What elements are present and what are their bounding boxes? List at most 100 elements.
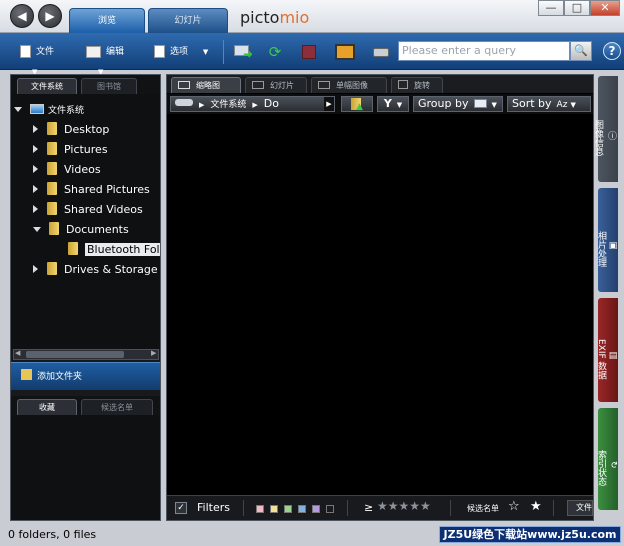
refresh-button[interactable]: ⟳ — [266, 43, 284, 61]
color-filter-pink[interactable] — [256, 505, 264, 513]
horizontal-scrollbar[interactable]: ◀ ▶ — [13, 349, 159, 360]
options-menu-button[interactable]: 选项 ▼ — [154, 42, 210, 62]
rating-stars[interactable]: ★★★★★ — [377, 499, 431, 513]
shortlist-label: 候选名单 — [467, 504, 499, 513]
status-text: 0 folders, 0 files — [8, 528, 97, 541]
expand-icon — [33, 265, 38, 273]
info-icon: ⓘ — [606, 130, 616, 140]
divider — [243, 500, 244, 516]
back-button[interactable]: ◀ — [10, 4, 34, 28]
color-filter-yellow[interactable] — [270, 505, 278, 513]
tree-root[interactable]: 文件系统 — [14, 101, 84, 121]
add-folder-button[interactable]: 添加文件夹 — [11, 362, 160, 390]
tree-item-drives[interactable]: Drives & Storage Devices — [33, 260, 161, 280]
title-bar: ◀ ▶ 浏览 幻灯片 pictomio — □ ✕ — [0, 0, 624, 33]
color-filter-blue[interactable] — [298, 505, 306, 513]
folder-icon — [68, 242, 78, 255]
tab-image-info[interactable]: ⓘ 图像信息 — [593, 76, 618, 182]
filters-label: Filters — [197, 501, 230, 514]
folder-tree: 文件系统 Desktop Pictures Videos Shared Pict… — [11, 94, 161, 360]
left-panel: 文件系统 图书馆 文件系统 Desktop Pictures Videos Sh… — [10, 74, 161, 521]
search-icon: 🔍 — [574, 44, 588, 57]
scrollbar-thumb[interactable] — [26, 351, 124, 358]
breadcrumb[interactable]: ▶ 文件系统 ▶ Do ▶ — [170, 96, 335, 112]
tab-favorites[interactable]: 收藏 — [17, 399, 77, 415]
fullscreen-button[interactable] — [335, 44, 355, 60]
star-filled-icon[interactable]: ★ — [530, 499, 542, 514]
expand-icon — [33, 205, 38, 213]
search-button[interactable]: 🔍 — [570, 41, 592, 61]
options-icon — [154, 45, 165, 58]
file-icon — [20, 45, 31, 58]
filters-checkbox[interactable]: ✓ — [175, 502, 187, 514]
stop-button[interactable] — [302, 45, 316, 59]
folder-icon — [47, 262, 57, 275]
folder-up-button[interactable]: ▲ — [341, 96, 373, 112]
right-sidebar: ⓘ 图像信息 ▣ 相片处理 ▤ EXIF 数据 ↻ 索引状态 — [593, 76, 618, 510]
tree-item-desktop[interactable]: Desktop — [33, 120, 161, 140]
grid-icon — [178, 81, 190, 89]
print-button[interactable] — [372, 43, 390, 61]
forward-button[interactable]: ▶ — [38, 4, 62, 28]
color-filter-green[interactable] — [284, 505, 292, 513]
expand-icon — [33, 185, 38, 193]
toolbar-divider — [223, 40, 224, 64]
tree-item-shared-videos[interactable]: Shared Videos — [33, 200, 161, 220]
import-button[interactable]: ➜ — [234, 44, 256, 60]
maximize-button[interactable]: □ — [564, 0, 590, 16]
file-filter-button[interactable]: 文件 — [567, 500, 593, 516]
help-button[interactable]: ? — [603, 42, 621, 60]
computer-icon — [30, 104, 44, 114]
folder-icon — [47, 182, 57, 195]
search-input[interactable]: Please enter a query — [398, 41, 570, 61]
tree-item-bluetooth-folder[interactable]: Bluetooth Folder — [68, 240, 160, 260]
close-button[interactable]: ✕ — [590, 0, 620, 16]
rating-operator[interactable]: ≥ — [364, 501, 373, 514]
filter-button[interactable]: Y ▼ — [377, 96, 409, 112]
expand-icon — [33, 165, 38, 173]
thumbnail-area[interactable] — [167, 114, 593, 495]
filter-icon: Y — [383, 97, 392, 110]
tab-file-system[interactable]: 文件系统 — [17, 78, 77, 94]
tab-browse[interactable]: 浏览 — [69, 8, 145, 33]
collapse-icon — [33, 227, 41, 232]
tab-rotate[interactable]: 旋转 — [391, 77, 443, 93]
tab-photo-editing[interactable]: ▣ 相片处理 — [596, 188, 618, 292]
tree-item-pictures[interactable]: Pictures — [33, 140, 161, 160]
star-outline-icon[interactable]: ☆ — [508, 499, 520, 514]
tab-index-status[interactable]: ↻ 索引状态 — [596, 408, 618, 510]
tab-single-image[interactable]: 单幅图像 — [311, 77, 387, 93]
add-folder-icon — [21, 369, 32, 380]
sort-by-button[interactable]: Sort by Az ▼ — [507, 96, 591, 112]
filter-bar: ✓ Filters ≥ ★★★★★ 候选名单 ☆ ★ 文件 — [167, 495, 593, 520]
tree-item-videos[interactable]: Videos — [33, 160, 161, 180]
chevron-down-icon: ▼ — [396, 101, 403, 109]
tab-library[interactable]: 图书馆 — [81, 78, 137, 94]
slides-icon — [252, 81, 264, 89]
rotate-icon — [398, 80, 408, 89]
favorites-list — [11, 415, 160, 520]
tab-slideshow-view[interactable]: 幻灯片 — [245, 77, 307, 93]
toolbar: 文件 ▼ 编辑 ▼ 选项 ▼ ➜ ⟳ Please enter a query … — [0, 33, 624, 76]
group-by-button[interactable]: Group by ▼ — [413, 96, 503, 112]
tree-item-shared-pictures[interactable]: Shared Pictures — [33, 180, 161, 200]
folder-icon — [47, 142, 57, 155]
tab-slideshow[interactable]: 幻灯片 — [148, 8, 228, 33]
edit-icon — [86, 45, 101, 58]
tree-item-documents[interactable]: Documents — [33, 220, 161, 240]
tab-thumbnails[interactable]: 缩略图 — [171, 77, 241, 93]
path-bar: ▶ 文件系统 ▶ Do ▶ ▲ Y ▼ Group by ▼ Sort by Az ▼ — [167, 94, 593, 114]
file-menu-button[interactable]: 文件 ▼ — [20, 42, 72, 76]
color-filter-purple[interactable] — [312, 505, 320, 513]
edit-menu-button[interactable]: 编辑 ▼ — [86, 42, 142, 76]
breadcrumb-arrow-button[interactable]: ▶ — [324, 97, 334, 111]
main-panel: 缩略图 幻灯片 单幅图像 旋转 ▶ 文件系统 ▶ Do ▶ ▲ Y ▼ Group by… — [166, 74, 594, 521]
sort-az-icon: Az — [556, 100, 568, 110]
collapse-icon — [14, 107, 22, 112]
watermark: JZ5U绿色下载站www.jz5u.com — [439, 526, 621, 543]
tab-shortlist[interactable]: 候选名单 — [81, 399, 153, 415]
color-filter-none[interactable] — [326, 505, 334, 513]
minimize-button[interactable]: — — [538, 0, 564, 16]
expand-icon — [33, 145, 38, 153]
tab-exif-data[interactable]: ▤ EXIF 数据 — [596, 298, 618, 402]
